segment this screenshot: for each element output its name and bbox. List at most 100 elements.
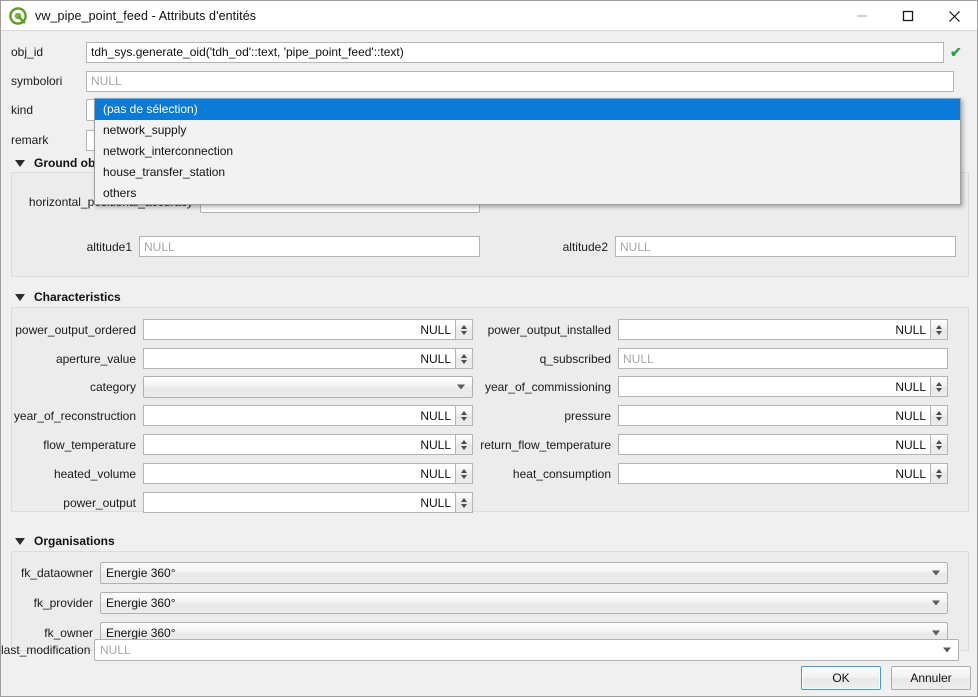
spinner-buttons[interactable] [931, 405, 948, 426]
dropdown-option-others[interactable]: others [95, 183, 960, 204]
dropdown-option-network-interconnection[interactable]: network_interconnection [95, 141, 960, 162]
last-modification-combobox[interactable]: NULL [94, 639, 959, 661]
year-of-reconstruction-input[interactable]: NULL [143, 405, 456, 426]
heat-consumption-spinbox[interactable]: NULL [618, 463, 948, 484]
power-output-input[interactable]: NULL [143, 492, 456, 513]
spinner-up-icon[interactable] [936, 324, 942, 329]
qgis-logo-icon [9, 6, 27, 25]
aperture-value-spinbox[interactable]: NULL [143, 348, 473, 369]
spinner-buttons[interactable] [456, 492, 473, 513]
q-subscribed-input[interactable]: NULL [618, 348, 948, 369]
spinner-up-icon[interactable] [936, 410, 942, 415]
dropdown-option-network-supply[interactable]: network_supply [95, 120, 960, 141]
spinner-up-icon[interactable] [461, 439, 467, 444]
label-year-of-reconstruction: year_of_reconstruction [13, 408, 136, 423]
obj-id-input[interactable]: tdh_sys.generate_oid('tdh_od'::text, 'pi… [86, 41, 944, 63]
label-fk-owner: fk_owner [44, 626, 93, 640]
spinner-down-icon[interactable] [461, 416, 467, 421]
field-row-power-output: power_output NULL [12, 492, 473, 513]
last-modification-value: NULL [100, 643, 131, 657]
field-row-return-flow-temperature: return_flow_temperature NULL [478, 434, 948, 455]
ok-button[interactable]: OK [801, 666, 881, 690]
fk-dataowner-combobox[interactable]: Energie 360° [100, 562, 948, 584]
spinner-buttons[interactable] [456, 463, 473, 484]
label-category: category [89, 380, 136, 394]
close-icon[interactable] [931, 1, 977, 31]
spinner-buttons[interactable] [931, 434, 948, 455]
spinner-buttons[interactable] [456, 319, 473, 340]
spinner-up-icon[interactable] [461, 468, 467, 473]
spinner-up-icon[interactable] [936, 468, 942, 473]
chevron-down-icon [457, 384, 465, 390]
spinner-up-icon[interactable] [461, 497, 467, 502]
spinner-down-icon[interactable] [936, 474, 942, 479]
spinner-down-icon[interactable] [461, 474, 467, 479]
year-of-commissioning-spinbox[interactable]: NULL [618, 376, 948, 397]
label-kind: kind [11, 103, 34, 117]
label-remark: remark [11, 133, 49, 147]
cancel-button[interactable]: Annuler [891, 666, 971, 690]
heated-volume-input[interactable]: NULL [143, 463, 456, 484]
spinner-down-icon[interactable] [461, 359, 467, 364]
field-row-pressure: pressure NULL [478, 405, 948, 426]
flow-temperature-spinbox[interactable]: NULL [143, 434, 473, 455]
fk-owner-value: Energie 360° [106, 626, 176, 640]
flow-temperature-input[interactable]: NULL [143, 434, 456, 455]
spinner-down-icon[interactable] [461, 330, 467, 335]
heat-consumption-input[interactable]: NULL [618, 463, 931, 484]
spinner-up-icon[interactable] [936, 381, 942, 386]
label-aperture-value: aperture_value [55, 351, 136, 366]
group-header-organisations[interactable]: Organisations [1, 533, 115, 549]
symbolori-input[interactable]: NULL [86, 70, 954, 92]
dropdown-option-house-transfer-station[interactable]: house_transfer_station [95, 162, 960, 183]
minimize-icon[interactable] [839, 1, 885, 31]
chevron-down-icon [932, 630, 940, 636]
label-power-output: power_output [63, 495, 136, 510]
spinner-down-icon[interactable] [936, 330, 942, 335]
spinner-up-icon[interactable] [461, 410, 467, 415]
aperture-value-input[interactable]: NULL [143, 348, 456, 369]
year-of-commissioning-input[interactable]: NULL [618, 376, 931, 397]
spinner-down-icon[interactable] [461, 445, 467, 450]
spinner-up-icon[interactable] [461, 353, 467, 358]
spinner-buttons[interactable] [931, 376, 948, 397]
group-header-characteristics[interactable]: Characteristics [1, 289, 121, 305]
spinner-buttons[interactable] [931, 319, 948, 340]
spinner-buttons[interactable] [456, 405, 473, 426]
fk-provider-combobox[interactable]: Energie 360° [100, 592, 948, 614]
power-output-ordered-input[interactable]: NULL [143, 319, 456, 340]
year-of-reconstruction-spinbox[interactable]: NULL [143, 405, 473, 426]
heated-volume-spinbox[interactable]: NULL [143, 463, 473, 484]
dropdown-option-no-selection[interactable]: (pas de sélection) [95, 99, 960, 120]
group-title-characteristics: Characteristics [34, 290, 121, 304]
altitude2-input[interactable]: NULL [615, 236, 956, 257]
field-row-year-of-reconstruction: year_of_reconstruction NULL [12, 405, 473, 426]
spinner-down-icon[interactable] [936, 416, 942, 421]
power-output-ordered-spinbox[interactable]: NULL [143, 319, 473, 340]
spinner-up-icon[interactable] [936, 439, 942, 444]
power-output-installed-spinbox[interactable]: NULL [618, 319, 948, 340]
kind-dropdown-popup[interactable]: (pas de sélection) network_supply networ… [94, 98, 961, 205]
group-title-organisations: Organisations [34, 534, 115, 548]
spinner-down-icon[interactable] [936, 445, 942, 450]
group-panel-organisations: fk_dataowner Energie 360° fk_provider En… [11, 551, 969, 651]
field-row-fk-dataowner: fk_dataowner Energie 360° [12, 562, 948, 584]
category-combobox[interactable] [143, 376, 473, 398]
altitude1-input[interactable]: NULL [139, 236, 480, 257]
power-output-spinbox[interactable]: NULL [143, 492, 473, 513]
power-output-installed-input[interactable]: NULL [618, 319, 931, 340]
label-year-of-commissioning: year_of_commissioning [484, 379, 611, 394]
chevron-down-icon [943, 647, 951, 653]
spinner-buttons[interactable] [456, 348, 473, 369]
return-flow-temperature-input[interactable]: NULL [618, 434, 931, 455]
spinner-down-icon[interactable] [936, 387, 942, 392]
maximize-icon[interactable] [885, 1, 931, 31]
spinner-buttons[interactable] [931, 463, 948, 484]
spinner-down-icon[interactable] [461, 503, 467, 508]
pressure-spinbox[interactable]: NULL [618, 405, 948, 426]
spinner-buttons[interactable] [456, 434, 473, 455]
spinner-up-icon[interactable] [461, 324, 467, 329]
attribute-form-window: vw_pipe_point_feed - Attributs d'entités… [0, 0, 978, 697]
return-flow-temperature-spinbox[interactable]: NULL [618, 434, 948, 455]
pressure-input[interactable]: NULL [618, 405, 931, 426]
